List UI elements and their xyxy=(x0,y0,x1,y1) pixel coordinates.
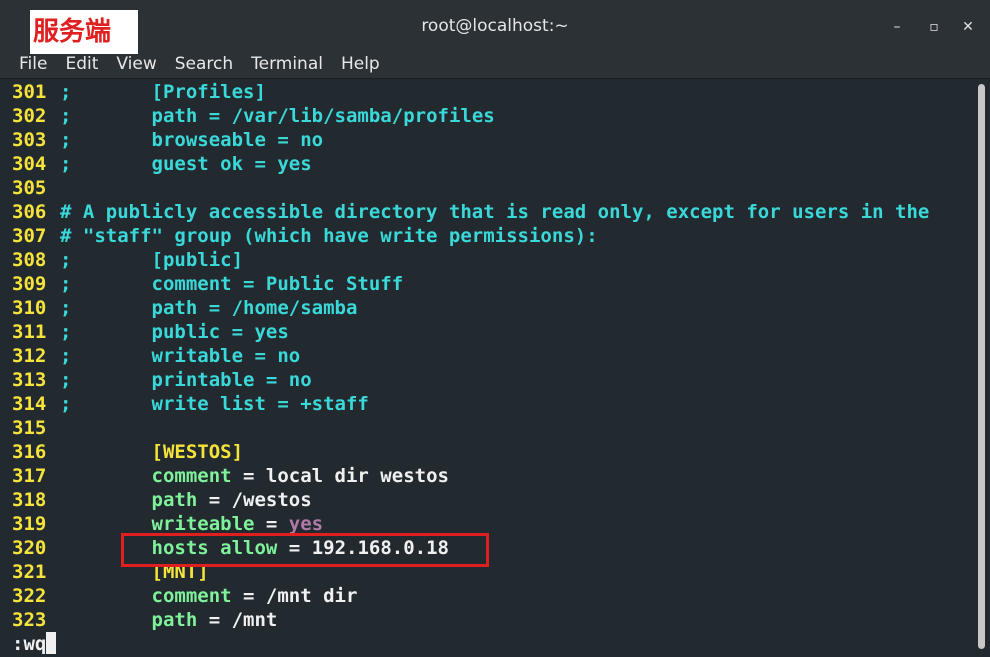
config-key: writeable xyxy=(151,513,255,535)
line-prefix: ; xyxy=(60,345,72,367)
line-prefix: ; xyxy=(60,153,72,175)
menu-search[interactable]: Search xyxy=(165,52,241,76)
line-number: 320 xyxy=(12,537,47,559)
line-number: 312 xyxy=(12,345,47,367)
line-content: guest ok = yes xyxy=(151,153,312,175)
config-value: /westos xyxy=(231,489,312,511)
line-prefix: ; xyxy=(60,129,72,151)
menu-help[interactable]: Help xyxy=(331,52,388,76)
line-number: 316 xyxy=(12,441,47,463)
line-number: 323 xyxy=(12,609,47,631)
line-number: 311 xyxy=(12,321,47,343)
config-value: /mnt dir xyxy=(265,585,358,607)
line-prefix: ; xyxy=(60,297,72,319)
code-line: 323 path = /mnt xyxy=(12,609,278,631)
code-line: 318 path = /westos xyxy=(12,489,312,511)
menu-file[interactable]: File xyxy=(9,52,55,76)
line-number: 310 xyxy=(12,297,47,319)
scrollbar[interactable] xyxy=(975,80,990,657)
menu-view[interactable]: View xyxy=(106,52,164,76)
minimize-icon[interactable]: – xyxy=(886,16,908,38)
code-line: 303; browseable = no xyxy=(12,128,323,152)
code-line: 313; printable = no xyxy=(12,368,312,392)
menu-edit[interactable]: Edit xyxy=(55,52,106,76)
line-number: 306 xyxy=(12,201,47,223)
menu-terminal[interactable]: Terminal xyxy=(241,52,331,76)
line-prefix: ; xyxy=(60,105,72,127)
code-line: 305 xyxy=(12,176,60,200)
terminal-window: root@localhost:~ – ▫ ✕ 服务端 File Edit View S… xyxy=(0,0,990,657)
command-text: :wq xyxy=(12,633,47,655)
config-key: path xyxy=(151,489,198,511)
command-line[interactable]: :wq xyxy=(12,632,57,656)
line-prefix: ; xyxy=(60,321,72,343)
scrollbar-thumb[interactable] xyxy=(978,84,985,649)
line-prefix: # "staff" group (which have write permis… xyxy=(60,225,598,247)
line-number: 307 xyxy=(12,225,47,247)
config-value: /mnt xyxy=(231,609,278,631)
code-line: 304; guest ok = yes xyxy=(12,152,312,176)
line-number: 317 xyxy=(12,465,47,487)
code-line: 306 # A publicly accessible directory tha… xyxy=(12,200,929,224)
maximize-icon[interactable]: ▫ xyxy=(923,16,945,38)
line-content: browseable = no xyxy=(151,129,324,151)
line-number: 319 xyxy=(12,513,47,535)
line-prefix: ; xyxy=(60,273,72,295)
line-content: writable = no xyxy=(151,345,301,367)
line-content: comment = Public Stuff xyxy=(151,273,404,295)
line-number: 304 xyxy=(12,153,47,175)
line-number: 309 xyxy=(12,273,47,295)
line-prefix: ; xyxy=(60,81,72,103)
line-number: 313 xyxy=(12,369,47,391)
highlight-box xyxy=(121,533,489,567)
line-number: 308 xyxy=(12,249,47,271)
code-line: 315 xyxy=(12,416,60,440)
config-key: path xyxy=(151,609,198,631)
server-side-label: 服务端 xyxy=(30,10,138,54)
line-content: public = yes xyxy=(151,321,289,343)
line-number: 303 xyxy=(12,129,47,151)
line-content: write list = +staff xyxy=(151,393,369,415)
code-line: 312; writable = no xyxy=(12,344,300,368)
code-line: 307 # "staff" group (which have write per… xyxy=(12,224,598,248)
line-prefix: ; xyxy=(60,393,72,415)
code-line: 314; write list = +staff xyxy=(12,392,369,416)
code-line: 308; [public] xyxy=(12,248,243,272)
close-icon[interactable]: ✕ xyxy=(957,16,979,38)
code-line: 302; path = /var/lib/samba/profiles xyxy=(12,104,495,128)
line-prefix: # A publicly accessible directory that i… xyxy=(60,201,930,223)
code-line: 316 [WESTOS] xyxy=(12,440,243,464)
line-content: printable = no xyxy=(151,369,312,391)
line-content: [Profiles] xyxy=(151,81,266,103)
line-number: 305 xyxy=(12,177,47,199)
window-title: root@localhost:~ xyxy=(421,16,569,36)
line-prefix: ; xyxy=(60,369,72,391)
config-value: local dir westos xyxy=(265,465,449,487)
line-number: 314 xyxy=(12,393,47,415)
line-content: path = /home/samba xyxy=(151,297,358,319)
code-line: 309; comment = Public Stuff xyxy=(12,272,403,296)
code-line: 301; [Profiles] xyxy=(12,80,266,104)
line-number: 302 xyxy=(12,105,47,127)
code-line: 317 comment = local dir westos xyxy=(12,465,449,487)
line-number: 315 xyxy=(12,417,47,439)
config-value: yes xyxy=(288,513,324,535)
terminal-content[interactable]: :wq 301; [Profiles] 302; path = /var/lib/… xyxy=(0,80,975,657)
code-line: 311; public = yes xyxy=(12,320,289,344)
line-prefix: ; xyxy=(60,249,72,271)
line-content: path = /var/lib/samba/profiles xyxy=(151,105,495,127)
menu-bar: File Edit View Search Terminal Help xyxy=(0,52,990,79)
config-key: comment xyxy=(151,585,232,607)
code-line: 322 comment = /mnt dir xyxy=(12,585,358,607)
config-key: comment xyxy=(151,465,232,487)
line-number: 301 xyxy=(12,81,47,103)
line-number: 321 xyxy=(12,561,47,583)
text-cursor xyxy=(46,632,57,654)
code-line: 310; path = /home/samba xyxy=(12,296,357,320)
title-bar[interactable]: root@localhost:~ – ▫ ✕ xyxy=(0,0,990,52)
section-header: [WESTOS] xyxy=(151,441,244,463)
line-content: [public] xyxy=(151,249,244,271)
line-number: 322 xyxy=(12,585,47,607)
line-number: 318 xyxy=(12,489,47,511)
